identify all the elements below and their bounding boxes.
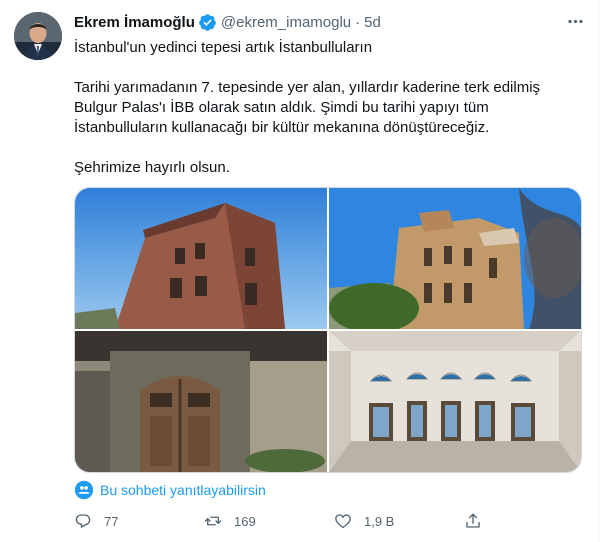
media-grid [74,187,582,473]
heart-icon [335,514,351,529]
action-bar: 77 169 1,9 B [74,510,514,532]
verified-badge-icon [199,13,216,31]
conversation-restriction: Bu sohbeti yanıtlayabilirsin [74,480,266,500]
display-name[interactable]: Ekrem İmamoğlu [74,14,195,31]
reply-button[interactable]: 77 [74,512,204,530]
avatar[interactable] [14,12,62,60]
photo-2[interactable] [329,188,581,329]
people-icon [74,480,94,500]
like-button[interactable]: 1,9 B [334,512,464,530]
reply-icon [75,514,91,529]
reply-count: 77 [104,513,119,529]
more-icon[interactable] [564,12,586,30]
photo-3[interactable] [75,331,327,472]
share-icon [466,513,480,528]
separator-dot: · [355,13,361,31]
tweet-paragraph-2: Tarihi yarımadanın 7. tepesinde yer alan… [74,79,541,136]
tweet[interactable]: Ekrem İmamoğlu @ekrem_imamoglu · 5d İsta… [0,0,599,542]
tweet-paragraph-3: Şehrimize hayırlı olsun. [74,159,230,176]
photo-4[interactable] [329,331,581,472]
photo-1[interactable] [75,188,327,329]
conversation-restriction-label: Bu sohbeti yanıtlayabilirsin [100,482,266,498]
retweet-button[interactable]: 169 [204,512,334,530]
tweet-header: Ekrem İmamoğlu @ekrem_imamoglu · 5d [74,12,381,32]
tweet-text: İstanbul'un yedinci tepesi artık İstanbu… [74,38,584,178]
share-button[interactable] [464,512,494,530]
tweet-line-1: İstanbul'un yedinci tepesi artık İstanbu… [74,39,373,56]
tweet-timestamp[interactable]: 5d [364,14,381,31]
like-count: 1,9 B [364,513,395,529]
retweet-count: 169 [234,513,256,529]
retweet-icon [204,516,222,526]
user-handle[interactable]: @ekrem_imamoglu [221,14,351,31]
